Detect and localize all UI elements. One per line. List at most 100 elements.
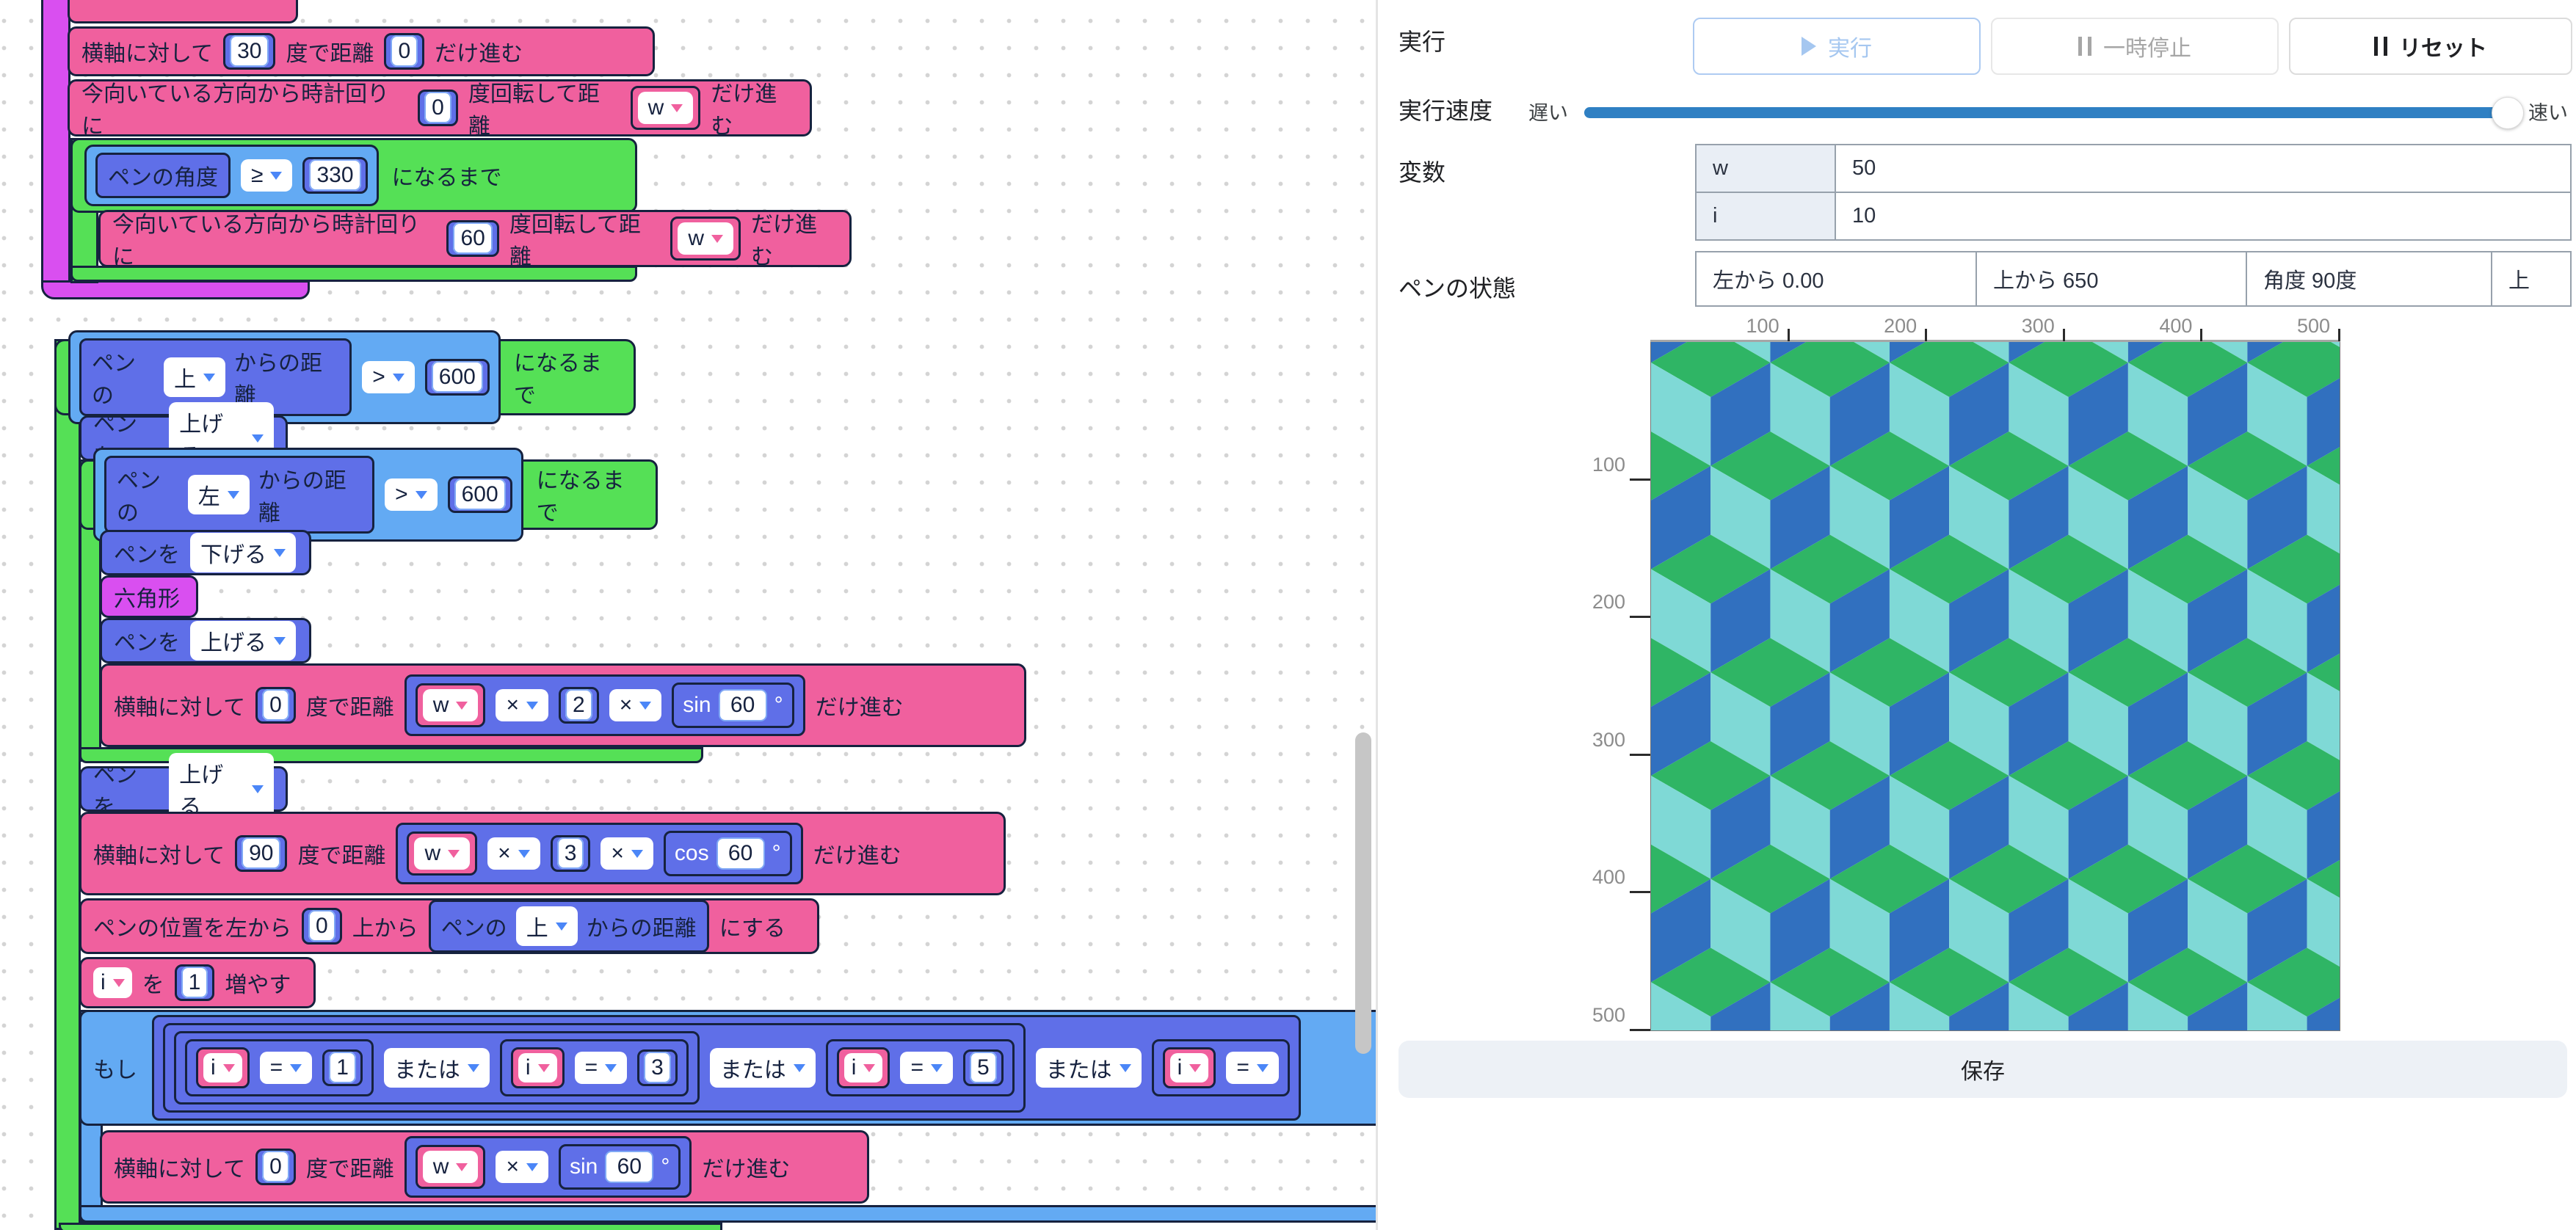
number-field[interactable]: 330	[309, 159, 360, 191]
variable-getter-i[interactable]: i	[837, 1047, 890, 1088]
operator-dropdown[interactable]: =	[260, 1052, 313, 1084]
operator-dropdown[interactable]: =	[900, 1052, 953, 1084]
math-expression-block[interactable]: w × sin 60 °	[404, 1136, 692, 1198]
number-field[interactable]: 0	[391, 35, 418, 67]
pen-angle-block[interactable]: ペンの角度	[95, 153, 231, 198]
number-field[interactable]: 60	[453, 222, 492, 254]
operator-dropdown[interactable]: =	[575, 1052, 628, 1084]
number-field[interactable]: 30	[230, 35, 269, 67]
or-expression-inner[interactable]: i = 1 または i = 3	[174, 1031, 700, 1105]
number-field[interactable]: 3	[644, 1052, 671, 1083]
trig-function-block[interactable]: cos 60 °	[664, 831, 792, 876]
block-increment-i[interactable]: i を 1 増やす	[79, 957, 316, 1008]
workspace-vertical-scrollbar[interactable]	[1355, 732, 1371, 1054]
run-button[interactable]: 実行	[1693, 18, 1981, 75]
variable-dropdown-i[interactable]: i	[93, 967, 132, 998]
block-pen-up[interactable]: ペンを 上げる	[79, 766, 288, 812]
or-dropdown[interactable]: または	[710, 1048, 816, 1088]
operator-dropdown[interactable]: ×	[601, 837, 653, 870]
pause-button[interactable]: 一時停止	[1991, 18, 2279, 75]
operator-dropdown[interactable]: ×	[609, 689, 662, 721]
number-field[interactable]: 60	[716, 837, 765, 870]
block-loop-until-left[interactable]: ペンの 左 からの距離 > 600 になるまで	[79, 459, 658, 530]
function-wrapper-left[interactable]	[41, 0, 70, 298]
number-field[interactable]: 90	[242, 837, 280, 869]
operator-dropdown[interactable]: ≥	[241, 159, 292, 192]
number-field[interactable]: 60	[719, 689, 767, 721]
variable-getter-w[interactable]: w	[407, 831, 477, 876]
if-block-close[interactable]	[79, 1205, 1376, 1223]
number-field[interactable]: 600	[432, 361, 483, 393]
block-call-hexagon[interactable]: 六角形	[100, 575, 198, 618]
number-field[interactable]: 0	[262, 689, 289, 721]
operator-dropdown[interactable]: >	[385, 478, 438, 511]
operator-dropdown[interactable]: ×	[496, 1151, 548, 1183]
direction-dropdown[interactable]: 左	[188, 475, 250, 514]
block-rotate-60[interactable]: 今向いている方向から時計回りに 60 度回転して距離 w だけ進む	[98, 210, 852, 267]
speed-slider-thumb[interactable]	[2492, 97, 2524, 129]
or-dropdown[interactable]: または	[384, 1048, 490, 1088]
block-workspace[interactable]: 横軸に対して 30 度で距離 0 だけ進む 今向いている方向から時計回りに 0 …	[0, 0, 1377, 1230]
block-move-30[interactable]: 横軸に対して 30 度で距離 0 だけ進む	[68, 26, 655, 76]
number-field[interactable]: 5	[970, 1052, 997, 1083]
operator-dropdown[interactable]: >	[362, 361, 415, 393]
pen-distance-block[interactable]: ペンの 左 からの距離	[104, 456, 374, 534]
number-field[interactable]: 3	[557, 837, 584, 869]
math-expression-block[interactable]: w × 2 × sin 60 °	[404, 674, 805, 736]
operator-dropdown[interactable]: =	[1226, 1052, 1279, 1084]
or-dropdown[interactable]: または	[1036, 1048, 1142, 1088]
block-move-sin-1[interactable]: 横軸に対して 0 度で距離 w × sin 60 ° だけ進む	[100, 1130, 869, 1204]
block-pen-up[interactable]: ペンを 上げる	[100, 618, 311, 663]
trig-function-block[interactable]: sin 60 °	[672, 683, 794, 728]
save-button[interactable]: 保存	[1398, 1041, 2567, 1098]
compare-block[interactable]: i = 1	[185, 1039, 374, 1096]
number-field[interactable]: 1	[181, 967, 208, 998]
number-field[interactable]: 0	[262, 1151, 289, 1182]
direction-dropdown[interactable]: 上	[164, 357, 225, 397]
block-pen-down[interactable]: ペンを 下げる	[100, 530, 311, 575]
block-cutoff-top[interactable]	[68, 0, 298, 23]
block-rotate-0[interactable]: 今向いている方向から時計回りに 0 度回転して距離 w だけ進む	[68, 79, 812, 137]
or-expression-outer[interactable]: i = 1 または i = 3 または i =	[152, 1015, 1301, 1121]
direction-dropdown[interactable]: 上	[516, 906, 578, 946]
y-tick-label: 300	[1540, 729, 1625, 752]
pen-updown-dropdown[interactable]: 下げる	[190, 533, 296, 572]
variable-getter-i[interactable]: i	[511, 1047, 565, 1088]
or-expression-mid[interactable]: i = 1 または i = 3 または i =	[163, 1023, 1026, 1113]
number-field[interactable]: 0	[424, 92, 451, 123]
loop-top-left[interactable]	[54, 339, 81, 1230]
number-slot: 0	[302, 908, 342, 945]
pen-updown-dropdown[interactable]: 上げる	[190, 621, 296, 661]
pen-distance-block[interactable]: ペンの 上 からの距離	[429, 900, 709, 953]
loop-top-close[interactable]	[59, 1223, 722, 1230]
compare-block[interactable]: i = 3	[500, 1039, 689, 1096]
block-loop-until-angle[interactable]: ペンの角度 ≥ 330 になるまで	[70, 138, 637, 213]
variable-getter-w[interactable]: w	[416, 683, 486, 727]
compare-block[interactable]: i =	[1152, 1039, 1290, 1096]
number-field[interactable]: 600	[454, 478, 506, 510]
block-loop-until-top[interactable]: ペンの 上 からの距離 > 600 になるまで	[54, 339, 636, 415]
number-field[interactable]: 60	[605, 1151, 653, 1183]
variable-getter-i[interactable]: i	[196, 1047, 250, 1088]
number-field[interactable]: 1	[329, 1052, 356, 1083]
block-if[interactable]: もし i = 1 または i = 3	[79, 1010, 1376, 1126]
compare-block[interactable]: i = 5	[826, 1039, 1015, 1096]
block-set-pen-position[interactable]: ペンの位置を左から 0 上から ペンの 上 からの距離 にする	[79, 898, 819, 954]
variable-getter-w[interactable]: w	[631, 86, 701, 130]
block-move-sin-2[interactable]: 横軸に対して 0 度で距離 w × 2 × sin 60 ° だけ進む	[100, 663, 1026, 747]
number-slot: 1	[175, 964, 215, 1001]
reset-button[interactable]: リセット	[2289, 18, 2572, 75]
operator-dropdown[interactable]: ×	[487, 837, 540, 870]
number-field[interactable]: 2	[565, 689, 592, 721]
variable-getter-i[interactable]: i	[1163, 1047, 1216, 1088]
operator-dropdown[interactable]: ×	[496, 689, 548, 721]
block-move-cos-3[interactable]: 横軸に対して 90 度で距離 w × 3 × cos 60 ° だけ進む	[79, 812, 1006, 895]
speed-slider-track[interactable]	[1584, 107, 2506, 118]
dropdown-arrow-icon	[639, 702, 651, 710]
math-expression-block[interactable]: w × 3 × cos 60 °	[396, 823, 802, 884]
trig-function-block[interactable]: sin 60 °	[559, 1144, 681, 1190]
number-field[interactable]: 0	[308, 910, 335, 942]
loop-angle-close[interactable]	[70, 266, 637, 282]
variable-getter-w[interactable]: w	[670, 216, 741, 261]
variable-getter-w[interactable]: w	[416, 1145, 486, 1189]
